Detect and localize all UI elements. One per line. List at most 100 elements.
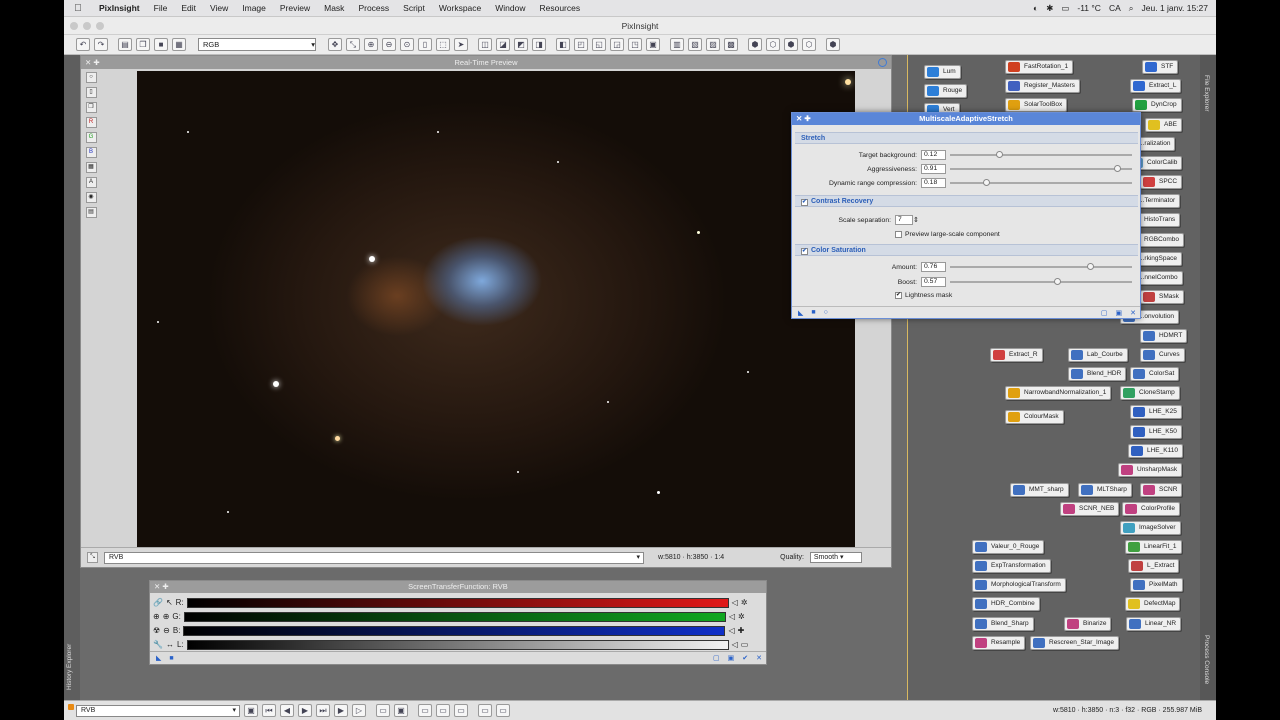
process-icon[interactable]: Rouge bbox=[924, 84, 968, 98]
process-icon[interactable]: Curves bbox=[1140, 348, 1185, 362]
histogram-icon[interactable]: ▤ bbox=[85, 207, 97, 218]
process-icon[interactable]: LinearFit_1 bbox=[1125, 540, 1182, 554]
plus-icon[interactable]: ✚ bbox=[738, 626, 745, 635]
aggressiveness-slider[interactable] bbox=[950, 165, 1132, 172]
process-icon[interactable]: MMT_sharp bbox=[1010, 483, 1069, 497]
view2-icon[interactable]: ▣ bbox=[646, 38, 660, 51]
preview-del-icon[interactable]: ◨ bbox=[532, 38, 546, 51]
minimize-dot[interactable] bbox=[83, 22, 91, 30]
doc-icon[interactable]: ▢ bbox=[713, 654, 720, 662]
process-icon[interactable]: ABE bbox=[1145, 118, 1183, 132]
realtime-icon[interactable]: ○ bbox=[824, 309, 828, 316]
reset-icon[interactable]: ◁ bbox=[732, 598, 738, 607]
preview-add-icon[interactable]: ◩ bbox=[514, 38, 528, 51]
menu-edit[interactable]: Edit bbox=[174, 3, 203, 13]
history-explorer-tab[interactable]: History Explorer bbox=[66, 630, 78, 690]
weather-temp[interactable]: -11 °C bbox=[1077, 3, 1101, 13]
zoom-in-icon[interactable]: ⊕ bbox=[153, 612, 160, 621]
file-explorer-tab[interactable]: File Explorer bbox=[1203, 75, 1210, 111]
process-icon[interactable]: Extract_R bbox=[990, 348, 1043, 362]
camera-icon[interactable]: ◉ bbox=[85, 192, 97, 203]
cube-icon[interactable]: ⬢ bbox=[748, 38, 762, 51]
process-icon[interactable]: Binarize bbox=[1064, 617, 1112, 631]
menu-preview[interactable]: Preview bbox=[273, 3, 317, 13]
process-icon[interactable]: ColourMask bbox=[1005, 410, 1064, 424]
reset-icon[interactable]: ◁ bbox=[732, 640, 738, 649]
scale-separation-input[interactable]: 7 bbox=[895, 215, 913, 225]
tool-circle-icon[interactable]: ○ bbox=[85, 72, 97, 83]
process-icon[interactable]: SCNR_NEB bbox=[1060, 502, 1120, 516]
clock[interactable]: Jeu. 1 janv. 15:27 bbox=[1142, 3, 1208, 13]
process-icon[interactable]: SPCC bbox=[1140, 175, 1183, 189]
stf-bar-l[interactable] bbox=[186, 639, 729, 650]
process-icon[interactable]: UnsharpMask bbox=[1118, 463, 1183, 477]
menu-image[interactable]: Image bbox=[235, 3, 273, 13]
edit-icon[interactable]: ▣ bbox=[728, 654, 735, 662]
control-center-icon[interactable]: ◐ bbox=[1033, 3, 1038, 13]
process-icon[interactable]: DynCrop bbox=[1132, 98, 1182, 112]
battery-icon[interactable]: ▭ bbox=[1061, 3, 1069, 14]
screen5-icon[interactable]: ▭ bbox=[454, 704, 468, 717]
view-icon[interactable]: ◳ bbox=[628, 38, 642, 51]
menu-file[interactable]: File bbox=[147, 3, 175, 13]
channel-rgb-icon[interactable]: ▦ bbox=[85, 162, 97, 173]
process-icon[interactable]: ColorSat bbox=[1130, 367, 1180, 381]
process-console-tab[interactable]: Process Console bbox=[1203, 635, 1210, 684]
fit-view-icon[interactable]: ⤡ bbox=[87, 552, 98, 563]
stf-bar-g[interactable] bbox=[183, 611, 726, 622]
reset-icon[interactable]: ◁ bbox=[728, 626, 734, 635]
fit-icon[interactable]: ⤡ bbox=[346, 38, 360, 51]
screen7-icon[interactable]: ▭ bbox=[496, 704, 510, 717]
apple-icon[interactable]:  bbox=[64, 3, 92, 14]
process-icon[interactable]: Linear_NR bbox=[1126, 617, 1182, 631]
process-icon[interactable]: PixelMath bbox=[1130, 578, 1183, 592]
status-view-select[interactable]: RVB ▾ bbox=[76, 704, 240, 717]
section-stretch[interactable]: Stretch bbox=[795, 132, 1138, 144]
process-icon[interactable]: DefectMap bbox=[1125, 597, 1181, 611]
screen-icon[interactable]: ▭ bbox=[376, 704, 390, 717]
menu-app[interactable]: PixInsight bbox=[92, 3, 147, 13]
boost-slider[interactable] bbox=[950, 278, 1132, 285]
arrows-icon[interactable]: ↔ bbox=[166, 640, 174, 649]
channel-r-icon[interactable]: R bbox=[85, 117, 97, 128]
process-icon[interactable]: L_Extract bbox=[1128, 559, 1180, 573]
duplicate-icon[interactable]: ❐ bbox=[136, 38, 150, 51]
mas-close-icon[interactable]: ✕ ✚ bbox=[796, 113, 811, 125]
amount-input[interactable]: 0.76 bbox=[921, 262, 946, 272]
image-icon[interactable]: ▤ bbox=[118, 38, 132, 51]
color-icon[interactable]: ■ bbox=[154, 38, 168, 51]
process-icon[interactable]: Blend_Sharp bbox=[972, 617, 1034, 631]
apply-icon[interactable]: ■ bbox=[811, 309, 815, 316]
stf-titlebar[interactable]: ✕ ✚ ScreenTransferFunction: RVB bbox=[150, 581, 766, 593]
section-contrast-recovery[interactable]: ✔ Contrast Recovery bbox=[795, 195, 1138, 207]
gear-icon[interactable]: ✲ bbox=[741, 598, 748, 607]
process-icon[interactable]: Rescreen_Star_Image bbox=[1030, 636, 1120, 650]
zoom-icon[interactable]: ⊕ bbox=[163, 612, 170, 621]
target-background-slider[interactable] bbox=[950, 151, 1132, 158]
process-icon[interactable]: SCNR bbox=[1140, 483, 1183, 497]
saturation-checkbox[interactable]: ✔ bbox=[801, 248, 808, 255]
process-icon[interactable]: CloneStamp bbox=[1120, 386, 1180, 400]
process-icon[interactable]: Register_Masters bbox=[1005, 79, 1080, 93]
process-icon[interactable]: ColorProfile bbox=[1122, 502, 1180, 516]
process-icon[interactable]: LHE_K25 bbox=[1130, 405, 1182, 419]
lock-icon[interactable]: ▣ bbox=[244, 704, 258, 717]
mask-icon[interactable]: ▦ bbox=[172, 38, 186, 51]
stf-close-icon[interactable]: ✕ ✚ bbox=[154, 581, 169, 593]
input-source[interactable]: CA bbox=[1109, 3, 1121, 13]
mas-titlebar[interactable]: ✕ ✚ MultiscaleAdaptiveStretch bbox=[792, 113, 1140, 125]
next-icon[interactable]: ▶ bbox=[298, 704, 312, 717]
explorer2-icon[interactable]: ▧ bbox=[688, 38, 702, 51]
stf-icon[interactable]: ◧ bbox=[556, 38, 570, 51]
reset-icon[interactable]: ◁ bbox=[729, 612, 735, 621]
monitor-icon[interactable]: ▭ bbox=[741, 640, 749, 649]
link-icon[interactable]: 🔗 bbox=[153, 598, 163, 607]
process-icon[interactable]: Valeur_0_Rouge bbox=[972, 540, 1045, 554]
drc-input[interactable]: 0.18 bbox=[921, 178, 946, 188]
process-icon[interactable]: LHE_K50 bbox=[1130, 425, 1182, 439]
aggressiveness-input[interactable]: 0.91 bbox=[921, 164, 946, 174]
cube5-icon[interactable]: ⬢ bbox=[826, 38, 840, 51]
preview-circle-icon[interactable] bbox=[878, 58, 887, 67]
last-icon[interactable]: ⏭ bbox=[316, 704, 330, 717]
menu-workspace[interactable]: Workspace bbox=[432, 3, 488, 13]
